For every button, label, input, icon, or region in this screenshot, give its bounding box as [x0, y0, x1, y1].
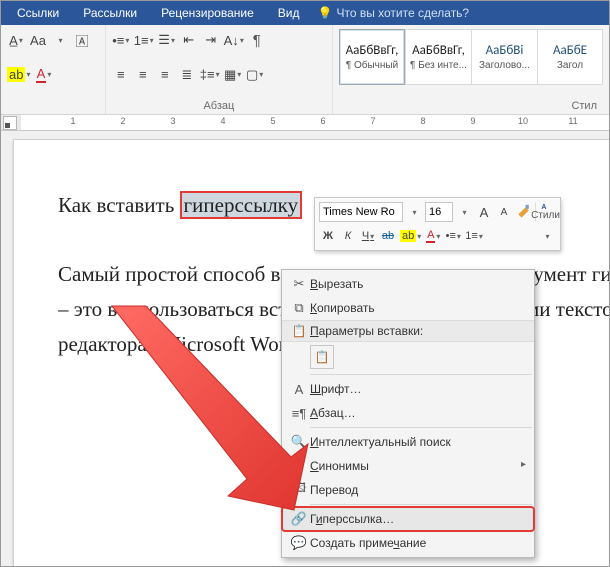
menu-separator	[310, 504, 532, 505]
font-size-input[interactable]	[425, 202, 453, 222]
justify-button[interactable]: ≣	[178, 66, 196, 84]
menu-separator	[310, 427, 532, 428]
scissors-icon: ✂	[288, 276, 310, 292]
increase-indent-button[interactable]: ⇥	[202, 31, 220, 49]
align-center-button[interactable]: ≡	[134, 66, 152, 84]
change-case-button[interactable]: Aa	[29, 31, 47, 49]
tab-view[interactable]: Вид	[266, 1, 312, 25]
style-sample: АаБбВвГг,	[346, 43, 399, 58]
translate-icon: 🖾	[288, 479, 310, 501]
tell-me-search[interactable]: 💡 Что вы хотите сделать?	[318, 6, 470, 20]
font-size-drop[interactable]	[455, 202, 473, 222]
mini-styles-button[interactable]: A Стили	[535, 202, 556, 222]
text: редактора «Microsoft Word	[58, 332, 296, 356]
style-heading1[interactable]: АаБбВі Заголово...	[471, 29, 537, 85]
style-heading2[interactable]: АаБбЕ Загол	[537, 29, 603, 85]
text: Как вставить	[58, 193, 180, 217]
link-icon: 🔗	[288, 511, 310, 527]
text: кумент гипер	[523, 262, 609, 286]
grow-font-button[interactable]: A	[475, 202, 493, 222]
style-normal[interactable]: АаБбВвГг, ¶ Обычный	[339, 29, 405, 85]
context-menu: ✂ ВВырезатьырезать ⧉ Копировать 📋 Параме…	[281, 269, 535, 558]
sort-button[interactable]: A↓	[224, 31, 244, 49]
style-sample: АаБбВі	[486, 43, 524, 58]
styles-group-label: Стил	[339, 100, 603, 112]
style-name: Загол	[557, 60, 583, 71]
horizontal-ruler[interactable]: 1 2 3 4 5 6 7 8 9 10 11	[1, 115, 609, 131]
shrink-font-button[interactable]: A	[495, 202, 513, 222]
tell-me-label: Что вы хотите сделать?	[336, 6, 469, 20]
multilevel-button[interactable]: ☰	[158, 31, 176, 49]
selected-text[interactable]: гиперссылку	[180, 191, 303, 219]
styles-gallery[interactable]: АаБбВвГг, ¶ Обычный АаБбВвГг, ¶ Без инте…	[339, 29, 603, 85]
copy-icon: ⧉	[288, 300, 310, 316]
pilcrow-button[interactable]: ¶	[248, 31, 266, 49]
font-color-mini-button[interactable]: А	[424, 226, 442, 246]
style-name: ¶ Без инте...	[410, 60, 467, 71]
bullets-button[interactable]: •≡	[112, 31, 130, 49]
menu-paste-options-header: 📋 Параметры вставки:	[282, 320, 534, 342]
bulb-icon: 💡	[318, 6, 333, 20]
mini-styles-drop[interactable]	[538, 226, 556, 246]
tab-selector[interactable]	[3, 116, 17, 130]
menu-synonyms[interactable]: Синонимы	[282, 454, 534, 478]
strikethrough-button[interactable]: ab	[379, 226, 397, 246]
tab-links[interactable]: Ссылки	[5, 1, 71, 25]
menu-copy[interactable]: ⧉ Копировать	[282, 296, 534, 320]
align-right-button[interactable]: ≡	[156, 66, 174, 84]
text: Самый простой способ вст	[58, 262, 299, 286]
style-name: ¶ Обычный	[346, 60, 398, 71]
clipboard-icon: 📋	[288, 324, 310, 338]
menu-font[interactable]: A Шрифт…	[282, 377, 534, 401]
menu-hyperlink[interactable]: 🔗 Гиперссылка…	[282, 507, 534, 531]
styles-icon: A	[538, 203, 554, 210]
align-left-button[interactable]: ≡	[112, 66, 130, 84]
menu-new-comment[interactable]: 💬 Создать примечание	[282, 531, 534, 555]
style-sample: АаБбВвГг,	[412, 43, 465, 58]
numbering-mini-button[interactable]: 1≡	[464, 226, 484, 246]
paste-option-icon[interactable]: 📋	[310, 345, 334, 369]
smart-lookup-icon: 🔍	[288, 434, 310, 450]
font-group-label	[7, 100, 99, 112]
text: – это воспользоваться встр	[58, 297, 298, 321]
paragraph-icon: ≡¶	[288, 406, 310, 421]
mini-toolbar: A A A Стили Ж К Ч ab ab А •≡ 1≡	[314, 197, 561, 251]
font-name-input[interactable]	[319, 202, 403, 222]
tab-mailings[interactable]: Рассылки	[71, 1, 149, 25]
menu-paste-option-default[interactable]: 📋	[282, 342, 534, 372]
menu-separator	[310, 374, 532, 375]
decrease-indent-button[interactable]: ⇤	[180, 31, 198, 49]
font-name-drop[interactable]	[405, 202, 423, 222]
paragraph-group-label: Абзац	[112, 100, 326, 112]
font-color-button[interactable]: A	[34, 66, 52, 84]
underline-button[interactable]: Ч	[359, 226, 377, 246]
case-drop[interactable]	[51, 31, 69, 49]
numbering-button[interactable]: 1≡	[134, 31, 154, 49]
tab-review[interactable]: Рецензирование	[149, 1, 266, 25]
menu-smart-lookup[interactable]: 🔍 Интеллектуальный поиск	[282, 430, 534, 454]
menu-paragraph[interactable]: ≡¶ Абзац…	[282, 401, 534, 425]
bullets-mini-button[interactable]: •≡	[444, 226, 462, 246]
shading-button[interactable]: ▦	[224, 66, 242, 84]
text-highlight-button[interactable]: ab	[7, 66, 30, 84]
style-no-spacing[interactable]: АаБбВвГг, ¶ Без инте...	[405, 29, 471, 85]
borders-button[interactable]: ▢	[246, 66, 264, 84]
ribbon-tab-strip: Ссылки Рассылки Рецензирование Вид 💡 Что…	[1, 1, 609, 25]
brush-icon	[516, 204, 532, 220]
line-spacing-button[interactable]: ‡≡	[200, 66, 220, 84]
highlight-button[interactable]: ab	[399, 226, 422, 246]
ribbon: A̲ Aa 🄰 ab A •≡ 1≡ ☰ ⇤ ⇥ A↓ ¶ ≡ ≡ ≡ ≣ ‡≡…	[1, 25, 609, 115]
menu-cut[interactable]: ✂ ВВырезатьырезать	[282, 272, 534, 296]
font-icon: A	[288, 382, 310, 397]
clear-format-button[interactable]: A̲	[7, 31, 25, 49]
style-sample: АаБбЕ	[553, 43, 587, 58]
clear-icon[interactable]: 🄰	[73, 31, 91, 49]
comment-icon: 💬	[288, 535, 310, 551]
menu-translate[interactable]: 🖾 Перевод	[282, 478, 534, 502]
style-name: Заголово...	[479, 60, 530, 71]
italic-button[interactable]: К	[339, 226, 357, 246]
bold-button[interactable]: Ж	[319, 226, 337, 246]
mini-styles-label: Стили	[531, 210, 560, 221]
ruler-track: 1 2 3 4 5 6 7 8 9 10 11	[23, 115, 609, 130]
